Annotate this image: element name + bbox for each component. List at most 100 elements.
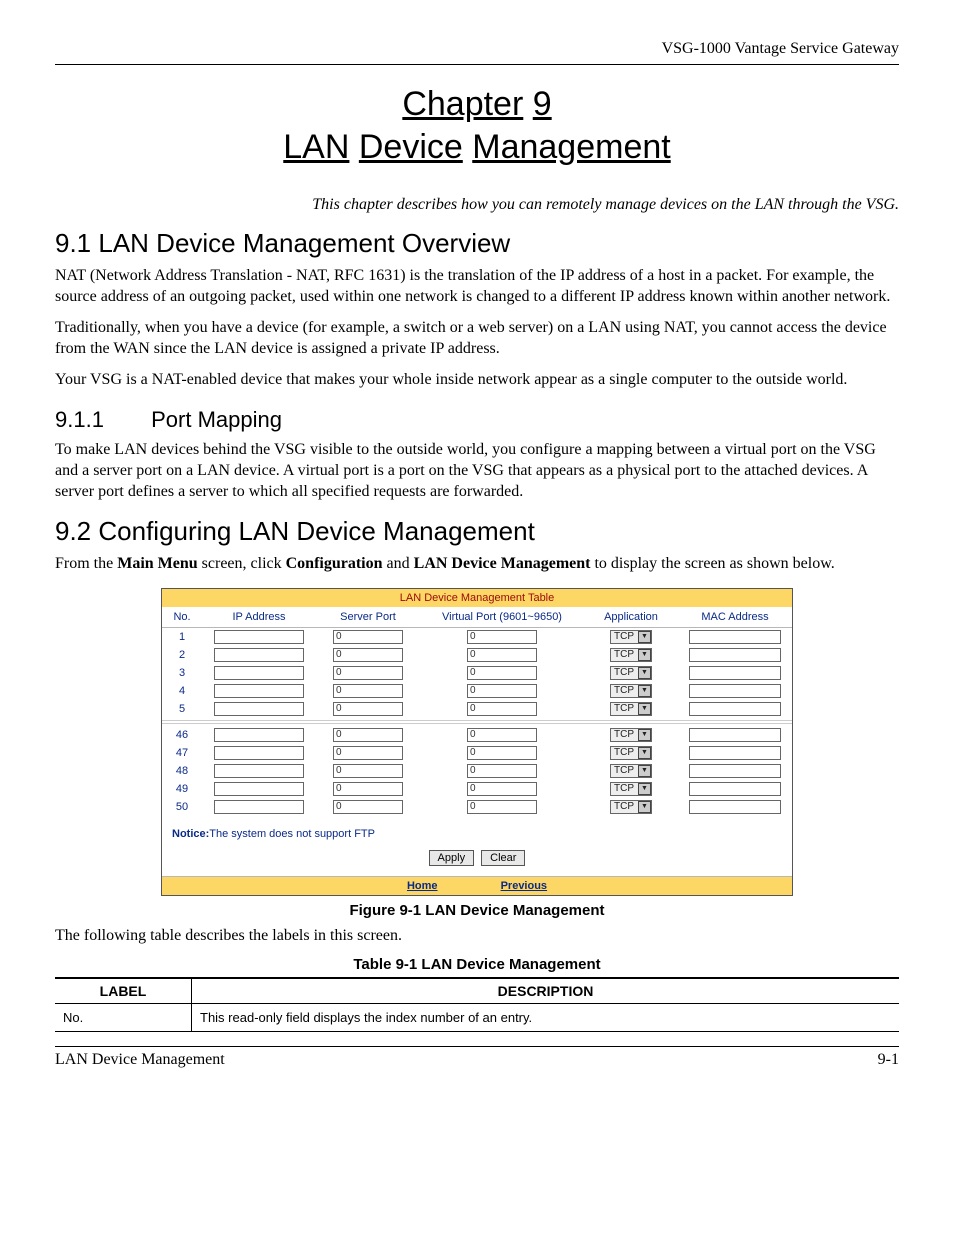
application-select[interactable]: TCP▼ <box>610 764 652 778</box>
chapter-name-2: Device <box>359 128 463 166</box>
ip-address-input[interactable] <box>214 702 304 716</box>
mac-address-input[interactable] <box>689 630 781 644</box>
section-9-1-1-para-1: To make LAN devices behind the VSG visib… <box>55 439 899 502</box>
application-select[interactable]: TCP▼ <box>610 746 652 760</box>
section-9-1-1-number: 9.1.1 <box>55 407 145 433</box>
application-select[interactable]: TCP▼ <box>610 684 652 698</box>
virtual-port-input[interactable]: 0 <box>467 782 537 796</box>
row-no: 50 <box>162 798 202 816</box>
section-9-1-para-3: Your VSG is a NAT-enabled device that ma… <box>55 369 899 390</box>
mac-address-input[interactable] <box>689 728 781 742</box>
server-port-input[interactable]: 0 <box>333 728 403 742</box>
row-no: 47 <box>162 744 202 762</box>
row-no: 5 <box>162 700 202 718</box>
section-9-1-para-2: Traditionally, when you have a device (f… <box>55 317 899 359</box>
table-row: 4 0 0 TCP▼ <box>162 682 792 700</box>
desc-row-label: No. <box>55 1004 192 1032</box>
mac-address-input[interactable] <box>689 746 781 760</box>
col-ip: IP Address <box>202 607 316 628</box>
desc-col-label: LABEL <box>55 978 192 1004</box>
description-table: LABEL DESCRIPTION No. This read-only fie… <box>55 977 899 1032</box>
virtual-port-input[interactable]: 0 <box>467 666 537 680</box>
nav-bar: Home Previous <box>162 876 792 895</box>
server-port-input[interactable]: 0 <box>333 684 403 698</box>
row-no: 4 <box>162 682 202 700</box>
server-port-input[interactable]: 0 <box>333 764 403 778</box>
virtual-port-input[interactable]: 0 <box>467 684 537 698</box>
ip-address-input[interactable] <box>214 782 304 796</box>
section-9-2-heading: 9.2 Configuring LAN Device Management <box>55 516 899 547</box>
footer-right: 9-1 <box>878 1051 899 1069</box>
server-port-input[interactable]: 0 <box>333 630 403 644</box>
desc-row-desc: This read-only field displays the index … <box>192 1004 900 1032</box>
chapter-word: Chapter <box>402 85 523 123</box>
previous-link[interactable]: Previous <box>471 877 577 895</box>
application-select[interactable]: TCP▼ <box>610 666 652 680</box>
application-select[interactable]: TCP▼ <box>610 630 652 644</box>
virtual-port-input[interactable]: 0 <box>467 800 537 814</box>
mac-address-input[interactable] <box>689 764 781 778</box>
col-server-port: Server Port <box>316 607 420 628</box>
clear-button[interactable]: Clear <box>481 850 525 866</box>
virtual-port-input[interactable]: 0 <box>467 702 537 716</box>
mac-address-input[interactable] <box>689 702 781 716</box>
chevron-down-icon: ▼ <box>638 703 651 715</box>
mac-address-input[interactable] <box>689 782 781 796</box>
ip-address-input[interactable] <box>214 764 304 778</box>
ip-address-input[interactable] <box>214 666 304 680</box>
mac-address-input[interactable] <box>689 800 781 814</box>
ip-address-input[interactable] <box>214 728 304 742</box>
virtual-port-input[interactable]: 0 <box>467 746 537 760</box>
apply-button[interactable]: Apply <box>429 850 475 866</box>
mac-address-input[interactable] <box>689 684 781 698</box>
application-select[interactable]: TCP▼ <box>610 648 652 662</box>
row-no: 48 <box>162 762 202 780</box>
lan-devices-table: No. IP Address Server Port Virtual Port … <box>162 607 792 816</box>
application-select[interactable]: TCP▼ <box>610 782 652 796</box>
server-port-input[interactable]: 0 <box>333 800 403 814</box>
section-9-1-1-title: Port Mapping <box>151 407 282 432</box>
virtual-port-input[interactable]: 0 <box>467 728 537 742</box>
figure-caption: Figure 9-1 LAN Device Management <box>55 902 899 919</box>
ip-address-input[interactable] <box>214 800 304 814</box>
section-9-1-heading: 9.1 LAN Device Management Overview <box>55 228 899 259</box>
server-port-input[interactable]: 0 <box>333 666 403 680</box>
chevron-down-icon: ▼ <box>638 765 651 777</box>
chapter-number: 9 <box>533 85 552 123</box>
server-port-input[interactable]: 0 <box>333 746 403 760</box>
page-header: VSG-1000 Vantage Service Gateway <box>55 40 899 65</box>
application-select[interactable]: TCP▼ <box>610 702 652 716</box>
home-link[interactable]: Home <box>377 877 468 895</box>
ip-address-input[interactable] <box>214 746 304 760</box>
server-port-input[interactable]: 0 <box>333 702 403 716</box>
virtual-port-input[interactable]: 0 <box>467 764 537 778</box>
table-break <box>162 718 792 726</box>
application-select[interactable]: TCP▼ <box>610 728 652 742</box>
table-caption: Table 9-1 LAN Device Management <box>55 956 899 973</box>
table-row: 4900TCP▼ <box>162 780 792 798</box>
row-no: 2 <box>162 646 202 664</box>
chapter-lede: This chapter describes how you can remot… <box>55 196 899 214</box>
ip-address-input[interactable] <box>214 684 304 698</box>
virtual-port-input[interactable]: 0 <box>467 648 537 662</box>
ip-address-input[interactable] <box>214 648 304 662</box>
virtual-port-input[interactable]: 0 <box>467 630 537 644</box>
mac-address-input[interactable] <box>689 648 781 662</box>
table-row: 2 0 0 TCP▼ <box>162 646 792 664</box>
server-port-input[interactable]: 0 <box>333 648 403 662</box>
col-no: No. <box>162 607 202 628</box>
table-row: 5 0 0 TCP▼ <box>162 700 792 718</box>
lan-device-management-screenshot: LAN Device Management Table No. IP Addre… <box>161 588 793 896</box>
server-port-input[interactable]: 0 <box>333 782 403 796</box>
mac-address-input[interactable] <box>689 666 781 680</box>
chevron-down-icon: ▼ <box>638 747 651 759</box>
table-row: 47 0 0 TCP▼ <box>162 744 792 762</box>
application-select[interactable]: TCP▼ <box>610 800 652 814</box>
footer-left: LAN Device Management <box>55 1051 225 1069</box>
chevron-down-icon: ▼ <box>638 801 651 813</box>
chapter-title: Chapter 9 LAN Device Management <box>55 83 899 168</box>
col-virtual-port: Virtual Port (9601~9650) <box>420 607 584 628</box>
ip-address-input[interactable] <box>214 630 304 644</box>
col-mac: MAC Address <box>678 607 792 628</box>
table-row: 300TCP▼ <box>162 664 792 682</box>
